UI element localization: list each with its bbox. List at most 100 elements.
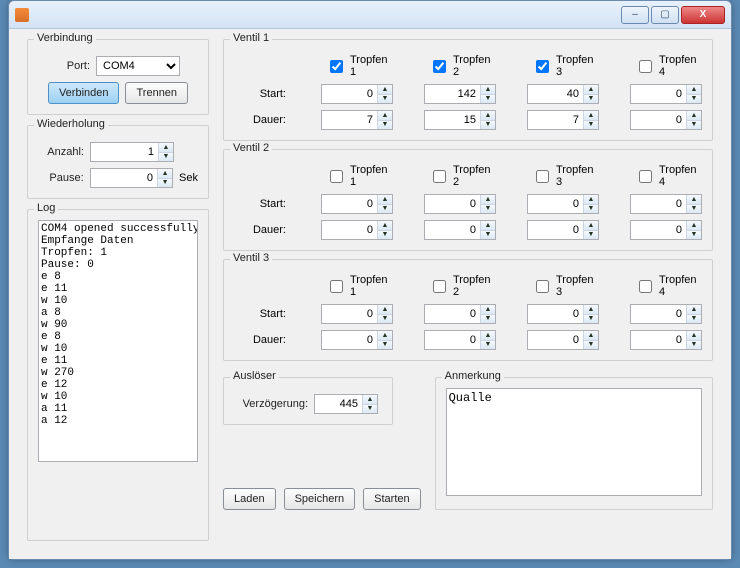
valve2-dauer3-input[interactable] xyxy=(528,221,583,239)
drop-2-toggle[interactable]: Tropfen 2 xyxy=(413,164,496,188)
valve3-dauer2-input[interactable] xyxy=(425,331,480,349)
drop-4-toggle[interactable]: Tropfen 4 xyxy=(619,274,702,298)
drop-checkbox[interactable] xyxy=(330,170,343,183)
anzahl-input[interactable] xyxy=(91,143,158,161)
disconnect-button[interactable]: Trennen xyxy=(125,82,188,104)
valve3-dauer4-input[interactable] xyxy=(631,331,686,349)
spinner-down-icon[interactable]: ▼ xyxy=(686,341,701,350)
valve1-dauer4-input[interactable] xyxy=(631,111,686,129)
drop-checkbox[interactable] xyxy=(330,60,343,73)
valve3-start1-input[interactable] xyxy=(322,305,377,323)
valve1-start2-spinner[interactable]: ▲▼ xyxy=(424,84,496,104)
save-button[interactable]: Speichern xyxy=(284,488,356,510)
drop-checkbox[interactable] xyxy=(639,280,652,293)
valve3-start3-spinner[interactable]: ▲▼ xyxy=(527,304,599,324)
valve2-start1-spinner[interactable]: ▲▼ xyxy=(321,194,393,214)
spinner-down-icon[interactable]: ▼ xyxy=(362,405,377,414)
valve1-start4-spinner[interactable]: ▲▼ xyxy=(630,84,702,104)
spinner-down-icon[interactable]: ▼ xyxy=(377,121,392,130)
valve1-start3-input[interactable] xyxy=(528,85,583,103)
drop-3-toggle[interactable]: Tropfen 3 xyxy=(516,164,599,188)
valve2-start2-input[interactable] xyxy=(425,195,480,213)
spinner-up-icon[interactable]: ▲ xyxy=(583,305,598,315)
spinner-up-icon[interactable]: ▲ xyxy=(362,395,377,405)
spinner-down-icon[interactable]: ▼ xyxy=(377,315,392,324)
spinner-up-icon[interactable]: ▲ xyxy=(686,221,701,231)
drop-3-toggle[interactable]: Tropfen 3 xyxy=(516,54,599,78)
spinner-down-icon[interactable]: ▼ xyxy=(686,231,701,240)
spinner-down-icon[interactable]: ▼ xyxy=(377,341,392,350)
spinner-down-icon[interactable]: ▼ xyxy=(480,341,495,350)
spinner-up-icon[interactable]: ▲ xyxy=(686,111,701,121)
close-button[interactable]: X xyxy=(681,6,725,24)
spinner-up-icon[interactable]: ▲ xyxy=(583,221,598,231)
valve2-dauer2-spinner[interactable]: ▲▼ xyxy=(424,220,496,240)
valve3-dauer1-spinner[interactable]: ▲▼ xyxy=(321,330,393,350)
spinner-down-icon[interactable]: ▼ xyxy=(157,179,172,188)
drop-checkbox[interactable] xyxy=(433,60,446,73)
spinner-up-icon[interactable]: ▲ xyxy=(686,305,701,315)
spinner-up-icon[interactable]: ▲ xyxy=(480,331,495,341)
connect-button[interactable]: Verbinden xyxy=(48,82,120,104)
spinner-up-icon[interactable]: ▲ xyxy=(583,331,598,341)
valve2-dauer1-spinner[interactable]: ▲▼ xyxy=(321,220,393,240)
spinner-up-icon[interactable]: ▲ xyxy=(686,195,701,205)
spinner-up-icon[interactable]: ▲ xyxy=(583,195,598,205)
spinner-up-icon[interactable]: ▲ xyxy=(480,221,495,231)
valve2-dauer3-spinner[interactable]: ▲▼ xyxy=(527,220,599,240)
drop-4-toggle[interactable]: Tropfen 4 xyxy=(619,54,702,78)
spinner-down-icon[interactable]: ▼ xyxy=(583,341,598,350)
spinner-up-icon[interactable]: ▲ xyxy=(377,85,392,95)
spinner-down-icon[interactable]: ▼ xyxy=(686,95,701,104)
log-textarea[interactable] xyxy=(38,220,198,462)
drop-2-toggle[interactable]: Tropfen 2 xyxy=(413,274,496,298)
spinner-down-icon[interactable]: ▼ xyxy=(583,231,598,240)
valve2-dauer1-input[interactable] xyxy=(322,221,377,239)
valve3-start2-spinner[interactable]: ▲▼ xyxy=(424,304,496,324)
valve3-dauer2-spinner[interactable]: ▲▼ xyxy=(424,330,496,350)
spinner-down-icon[interactable]: ▼ xyxy=(377,95,392,104)
drop-1-toggle[interactable]: Tropfen 1 xyxy=(310,54,393,78)
spinner-down-icon[interactable]: ▼ xyxy=(480,231,495,240)
drop-checkbox[interactable] xyxy=(536,170,549,183)
spinner-up-icon[interactable]: ▲ xyxy=(377,221,392,231)
spinner-down-icon[interactable]: ▼ xyxy=(377,231,392,240)
spinner-down-icon[interactable]: ▼ xyxy=(583,315,598,324)
spinner-up-icon[interactable]: ▲ xyxy=(480,85,495,95)
spinner-down-icon[interactable]: ▼ xyxy=(583,121,598,130)
spinner-down-icon[interactable]: ▼ xyxy=(480,315,495,324)
valve1-dauer2-spinner[interactable]: ▲▼ xyxy=(424,110,496,130)
valve3-dauer1-input[interactable] xyxy=(322,331,377,349)
valve1-start2-input[interactable] xyxy=(425,85,480,103)
spinner-up-icon[interactable]: ▲ xyxy=(480,305,495,315)
pause-spinner[interactable]: ▲▼ xyxy=(90,168,173,188)
valve3-start3-input[interactable] xyxy=(528,305,583,323)
valve1-start1-input[interactable] xyxy=(322,85,377,103)
spinner-down-icon[interactable]: ▼ xyxy=(686,121,701,130)
valve3-start4-spinner[interactable]: ▲▼ xyxy=(630,304,702,324)
load-button[interactable]: Laden xyxy=(223,488,276,510)
valve3-dauer3-spinner[interactable]: ▲▼ xyxy=(527,330,599,350)
spinner-up-icon[interactable]: ▲ xyxy=(158,143,173,153)
valve1-dauer3-input[interactable] xyxy=(528,111,583,129)
spinner-up-icon[interactable]: ▲ xyxy=(377,331,392,341)
note-textarea[interactable] xyxy=(446,388,702,496)
valve3-dauer3-input[interactable] xyxy=(528,331,583,349)
valve1-dauer4-spinner[interactable]: ▲▼ xyxy=(630,110,702,130)
maximize-button[interactable]: ▢ xyxy=(651,6,679,24)
drop-1-toggle[interactable]: Tropfen 1 xyxy=(310,164,393,188)
drop-checkbox[interactable] xyxy=(639,170,652,183)
valve3-start2-input[interactable] xyxy=(425,305,480,323)
spinner-up-icon[interactable]: ▲ xyxy=(377,305,392,315)
spinner-down-icon[interactable]: ▼ xyxy=(583,205,598,214)
anzahl-spinner[interactable]: ▲▼ xyxy=(90,142,174,162)
spinner-down-icon[interactable]: ▼ xyxy=(158,153,173,162)
valve1-start1-spinner[interactable]: ▲▼ xyxy=(321,84,393,104)
valve1-start3-spinner[interactable]: ▲▼ xyxy=(527,84,599,104)
pause-input[interactable] xyxy=(91,169,157,187)
spinner-up-icon[interactable]: ▲ xyxy=(480,195,495,205)
valve2-dauer4-spinner[interactable]: ▲▼ xyxy=(630,220,702,240)
valve3-start4-input[interactable] xyxy=(631,305,686,323)
valve2-dauer4-input[interactable] xyxy=(631,221,686,239)
valve2-start1-input[interactable] xyxy=(322,195,377,213)
